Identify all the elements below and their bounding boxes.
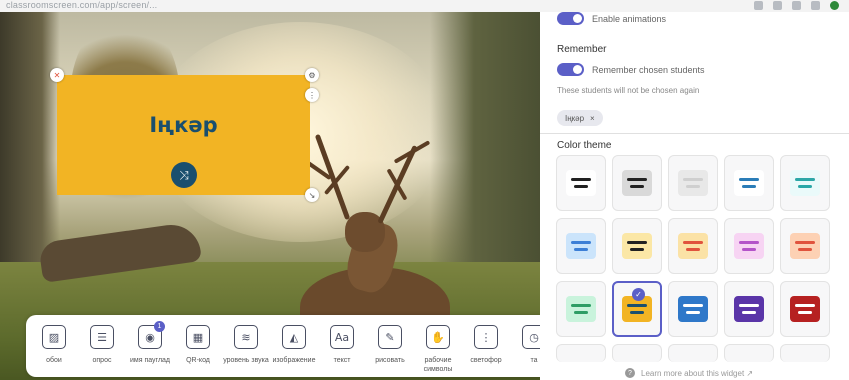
toolbar-item-label: текст	[333, 357, 351, 364]
remember-label: Remember chosen students	[592, 64, 705, 75]
toolbar-item[interactable]: ◷ та	[510, 315, 541, 365]
toolbar-item[interactable]: ☰ опрос	[78, 315, 126, 365]
toolbar-item[interactable]: ≋ уровень звука	[222, 315, 270, 365]
color-theme-swatch[interactable]	[668, 155, 718, 211]
toolbar-item-label: изображение	[272, 357, 316, 364]
text-icon: Aa	[330, 325, 354, 349]
resize-icon[interactable]: ↘	[305, 188, 319, 202]
footer-text: Learn more about this widget ↗	[641, 368, 754, 378]
color-theme-swatch[interactable]	[556, 281, 606, 337]
color-theme-swatch[interactable]	[668, 281, 718, 337]
toolbar-item-label: QR-код	[186, 357, 210, 364]
close-icon[interactable]: ✕	[50, 68, 64, 82]
toolbar-item-label: рисовать	[375, 357, 405, 364]
toolbar-item[interactable]: ✎ рисовать	[366, 315, 414, 365]
toolbar-item-label: имя пауглад	[129, 357, 171, 364]
color-theme-swatch[interactable]	[724, 218, 774, 274]
poll-icon: ☰	[90, 325, 114, 349]
check-icon: ✓	[632, 288, 645, 301]
gear-icon[interactable]: ⚙	[305, 68, 319, 82]
animations-toggle[interactable]	[557, 12, 584, 25]
extensions-icon[interactable]	[792, 1, 801, 10]
color-theme-swatch[interactable]	[612, 344, 662, 362]
toolbar-item-label: та	[530, 357, 538, 364]
help-icon: ?	[625, 368, 635, 378]
remembered-student-chip: Іңкәр ×	[557, 110, 603, 126]
share-icon[interactable]	[754, 1, 763, 10]
work-symbols-icon: ✋	[426, 325, 450, 349]
browser-toolbar-icons	[754, 1, 839, 10]
remember-title: Remember	[557, 44, 607, 55]
toolbar-item-label: светофор	[470, 357, 502, 364]
timer-icon: ◷	[522, 325, 541, 349]
image-icon: ◭	[282, 325, 306, 349]
settings-panel: Enable animations Remember Remember chos…	[540, 12, 849, 380]
toolbar-item[interactable]: ✋ рабочие символы	[414, 315, 462, 374]
chip-close-icon[interactable]: ×	[590, 114, 595, 123]
color-theme-swatch[interactable]	[780, 218, 830, 274]
more-icon[interactable]: ⋮	[305, 88, 319, 102]
qr-code-icon: ▦	[186, 325, 210, 349]
toolbar-item-label: опрос	[92, 357, 112, 364]
widget-toolbar: ▨ обои ☰ опрос ◉ 1 имя пауглад ▦ QR-код ≋ уровень …	[26, 315, 541, 377]
shuffle-button[interactable]: ⤨	[171, 162, 197, 188]
toolbar-item[interactable]: Aa текст	[318, 315, 366, 365]
random-name-widget[interactable]: Іңкәр ⤨	[57, 75, 310, 195]
color-theme-swatch[interactable]	[556, 218, 606, 274]
wallpaper-icon: ▨	[42, 325, 66, 349]
toolbar-item[interactable]: ▨ обои	[30, 315, 78, 365]
color-theme-title: Color theme	[557, 140, 612, 151]
color-theme-swatch[interactable]	[724, 155, 774, 211]
toolbar-item[interactable]: ◭ изображение	[270, 315, 318, 365]
color-theme-swatch[interactable]	[668, 218, 718, 274]
color-theme-swatch[interactable]	[780, 155, 830, 211]
browser-address-bar[interactable]: classroomscreen.com/app/screen/...	[0, 0, 849, 12]
profile-avatar[interactable]	[830, 1, 839, 10]
draw-icon: ✎	[378, 325, 402, 349]
count-badge: 1	[154, 321, 165, 332]
color-theme-swatch[interactable]	[556, 344, 606, 362]
toolbar-item-label: рабочие символы	[423, 357, 453, 373]
color-theme-swatch[interactable]	[780, 344, 830, 362]
color-theme-swatch[interactable]: ✓	[612, 281, 662, 337]
toolbar-item[interactable]: ◉ 1 имя пауглад	[126, 315, 174, 365]
star-icon[interactable]	[773, 1, 782, 10]
color-theme-swatch[interactable]	[556, 155, 606, 211]
toolbar-item-label: обои	[46, 357, 62, 364]
color-theme-swatch[interactable]	[612, 155, 662, 211]
color-theme-swatch[interactable]	[668, 344, 718, 362]
color-theme-swatch[interactable]	[780, 281, 830, 337]
remember-toggle[interactable]	[557, 63, 584, 76]
toolbar-item[interactable]: ▦ QR-код	[174, 315, 222, 365]
url-text: classroomscreen.com/app/screen/...	[6, 0, 158, 10]
learn-more-link[interactable]: ? Learn more about this widget ↗	[625, 368, 753, 378]
toolbar-item[interactable]: ⋮ светофор	[462, 315, 510, 365]
color-theme-swatch[interactable]	[724, 281, 774, 337]
remember-note: These students will not be chosen again	[557, 86, 700, 95]
color-theme-swatch[interactable]	[724, 344, 774, 362]
sound-level-icon: ≋	[234, 325, 258, 349]
chosen-name: Іңкәр	[149, 113, 218, 137]
shuffle-icon: ⤨	[179, 167, 189, 182]
divider	[540, 133, 849, 134]
color-theme-swatch[interactable]	[612, 218, 662, 274]
traffic-light-icon: ⋮	[474, 325, 498, 349]
window-icon[interactable]	[811, 1, 820, 10]
animations-label: Enable animations	[592, 13, 667, 24]
toolbar-item-label: уровень звука	[223, 357, 269, 364]
chip-label: Іңкәр	[565, 113, 585, 123]
